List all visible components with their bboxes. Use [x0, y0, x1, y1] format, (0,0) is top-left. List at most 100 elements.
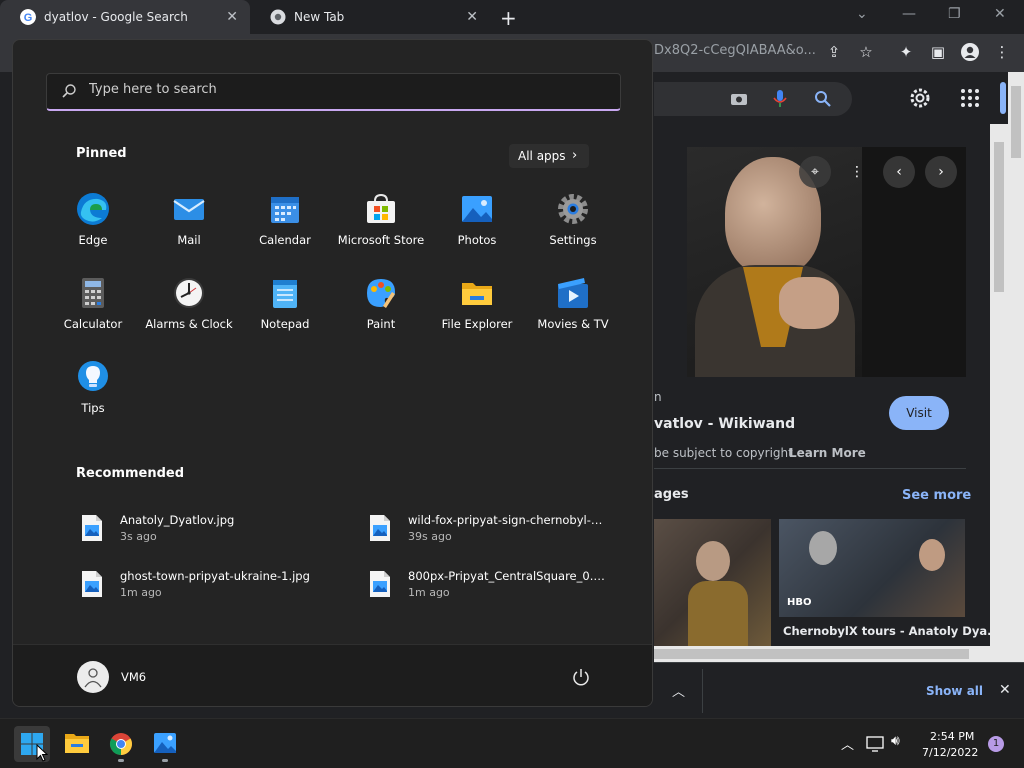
tab-search-chevron-icon[interactable]: ⌄ — [856, 6, 868, 22]
side-panel-icon[interactable]: ▣ — [928, 42, 948, 62]
recommended-file[interactable]: wild-fox-pripyat-sign-chernobyl-3-... 39… — [363, 510, 633, 554]
app-label: Movies & TV — [537, 317, 609, 331]
app-label: Photos — [457, 233, 497, 247]
google-search-box[interactable] — [654, 82, 852, 116]
start-button[interactable] — [14, 726, 50, 762]
search-icon[interactable] — [814, 90, 832, 108]
clock-time[interactable]: 2:54 PM — [930, 730, 974, 743]
recommended-file[interactable]: ghost-town-pripyat-ukraine-1.jpg 1m ago — [75, 566, 345, 610]
camera-icon[interactable] — [730, 90, 748, 108]
related-thumbnail[interactable] — [654, 519, 771, 646]
store-icon — [367, 193, 395, 223]
pinned-app-calendar[interactable]: Calendar — [237, 192, 333, 276]
scrollbar-thumb[interactable] — [994, 142, 1004, 292]
app-label: Mail — [177, 233, 201, 247]
pinned-app-settings[interactable]: Settings — [525, 192, 621, 276]
taskbar-photos[interactable] — [147, 726, 183, 762]
horizontal-scrollbar[interactable] — [654, 646, 1008, 662]
lens-search-icon[interactable]: ⌖ — [799, 156, 831, 188]
vertical-scrollbar[interactable] — [990, 124, 1008, 646]
network-icon[interactable] — [866, 736, 884, 752]
chevron-up-icon[interactable]: ︿ — [841, 734, 854, 753]
menu-kebab-icon[interactable]: ⋮ — [992, 42, 1012, 62]
recommended-file[interactable]: Anatoly_Dyatlov.jpg 3s ago — [75, 510, 345, 554]
taskbar-chrome[interactable] — [103, 726, 139, 762]
close-tab-icon[interactable]: ✕ — [466, 9, 478, 25]
side-accent — [1000, 82, 1006, 114]
tab-new-tab[interactable]: New Tab ✕ — [250, 0, 490, 34]
pinned-app-movies-tv[interactable]: Movies & TV — [525, 276, 621, 360]
chevron-up-icon[interactable]: ︿ — [672, 681, 685, 700]
all-apps-button[interactable]: All apps › — [509, 144, 589, 168]
pinned-app-file-explorer[interactable]: File Explorer — [429, 276, 525, 360]
visit-button[interactable]: Visit — [889, 396, 949, 430]
show-all-link[interactable]: Show all — [926, 684, 983, 698]
profile-icon[interactable] — [960, 42, 980, 62]
clock-date[interactable]: 7/12/2022 — [922, 746, 978, 759]
thumbnail-body — [688, 581, 748, 646]
pinned-app-mail[interactable]: Mail — [141, 192, 237, 276]
share-icon[interactable]: ⇪ — [824, 42, 844, 62]
related-thumbnail[interactable]: HBO — [779, 519, 965, 617]
close-download-bar-icon[interactable]: ✕ — [999, 682, 1011, 698]
related-heading: ages — [654, 487, 689, 502]
microphone-icon[interactable] — [772, 89, 788, 109]
copyright-text: be subject to copyright. — [654, 446, 797, 460]
thumbnail-face — [809, 531, 837, 565]
gear-icon[interactable] — [908, 86, 932, 110]
next-image-icon[interactable]: › — [925, 156, 957, 188]
folder-icon — [65, 734, 89, 753]
pinned-app-notepad[interactable]: Notepad — [237, 276, 333, 360]
extensions-icon[interactable]: ✦ — [896, 42, 916, 62]
close-window-icon[interactable]: ✕ — [994, 6, 1006, 22]
close-tab-icon[interactable]: ✕ — [226, 9, 238, 25]
tab-google-search[interactable]: G dyatlov - Google Search ✕ — [0, 0, 250, 34]
apps-grid-icon[interactable] — [960, 88, 980, 108]
pinned-app-microsoft-store[interactable]: Microsoft Store — [333, 192, 429, 276]
app-label: Alarms & Clock — [145, 317, 233, 331]
new-tab-icon[interactable]: + — [500, 6, 517, 30]
pinned-app-calculator[interactable]: Calculator — [45, 276, 141, 360]
pinned-app-paint[interactable]: Paint — [333, 276, 429, 360]
pinned-app-photos[interactable]: Photos — [429, 192, 525, 276]
folder-icon — [462, 283, 492, 305]
thumbnail-caption[interactable]: ChernobylX tours - Anatoly Dya... — [783, 624, 990, 638]
start-search-box[interactable] — [46, 73, 621, 111]
image-more-icon[interactable]: ⋮ — [841, 156, 873, 188]
page-scrollbar[interactable] — [1008, 72, 1024, 662]
source-fragment: n — [654, 390, 662, 404]
chrome-icon — [270, 9, 286, 25]
power-icon[interactable] — [571, 667, 591, 687]
pinned-app-edge[interactable]: Edge — [45, 192, 141, 276]
volume-icon[interactable]: 🔊︎ — [891, 733, 900, 749]
result-title[interactable]: vatlov - Wikiwand — [654, 416, 795, 432]
pinned-app-alarms-clock[interactable]: Alarms & Clock — [141, 276, 237, 360]
app-label: Settings — [549, 233, 597, 247]
running-indicator — [162, 759, 168, 762]
learn-more-link[interactable]: Learn More — [789, 446, 866, 460]
scrollbar-thumb[interactable] — [654, 649, 969, 659]
bookmark-star-icon[interactable]: ☆ — [856, 42, 876, 62]
address-bar-text[interactable]: Dx8Q2-cCegQIABAA&o... — [654, 43, 816, 58]
start-menu: Pinned All apps › Edge Mail Calendar Mic… — [12, 39, 653, 707]
gear-icon — [558, 194, 588, 224]
previous-image-icon[interactable]: ‹ — [883, 156, 915, 188]
see-more-link[interactable]: See more — [902, 488, 971, 503]
search-icon — [62, 84, 76, 98]
scrollbar-thumb[interactable] — [1011, 86, 1021, 158]
start-search-input[interactable] — [89, 82, 609, 97]
all-apps-label: All apps — [518, 149, 566, 163]
user-name[interactable]: VM6 — [121, 670, 146, 684]
restore-icon[interactable]: ❐ — [948, 6, 961, 22]
image-file-icon — [82, 571, 102, 597]
pinned-app-tips[interactable]: Tips — [45, 360, 141, 444]
taskbar-file-explorer[interactable] — [59, 726, 95, 762]
notification-badge[interactable]: 1 — [988, 736, 1004, 752]
recommended-heading: Recommended — [76, 466, 185, 481]
calendar-icon — [271, 197, 299, 223]
minimize-icon[interactable]: — — [902, 6, 916, 22]
user-avatar[interactable] — [77, 661, 109, 693]
file-time: 1m ago — [408, 586, 450, 599]
recommended-file[interactable]: 800px-Pripyat_CentralSquare_0.jpg 1m ago — [363, 566, 633, 610]
chrome-icon — [110, 733, 132, 755]
